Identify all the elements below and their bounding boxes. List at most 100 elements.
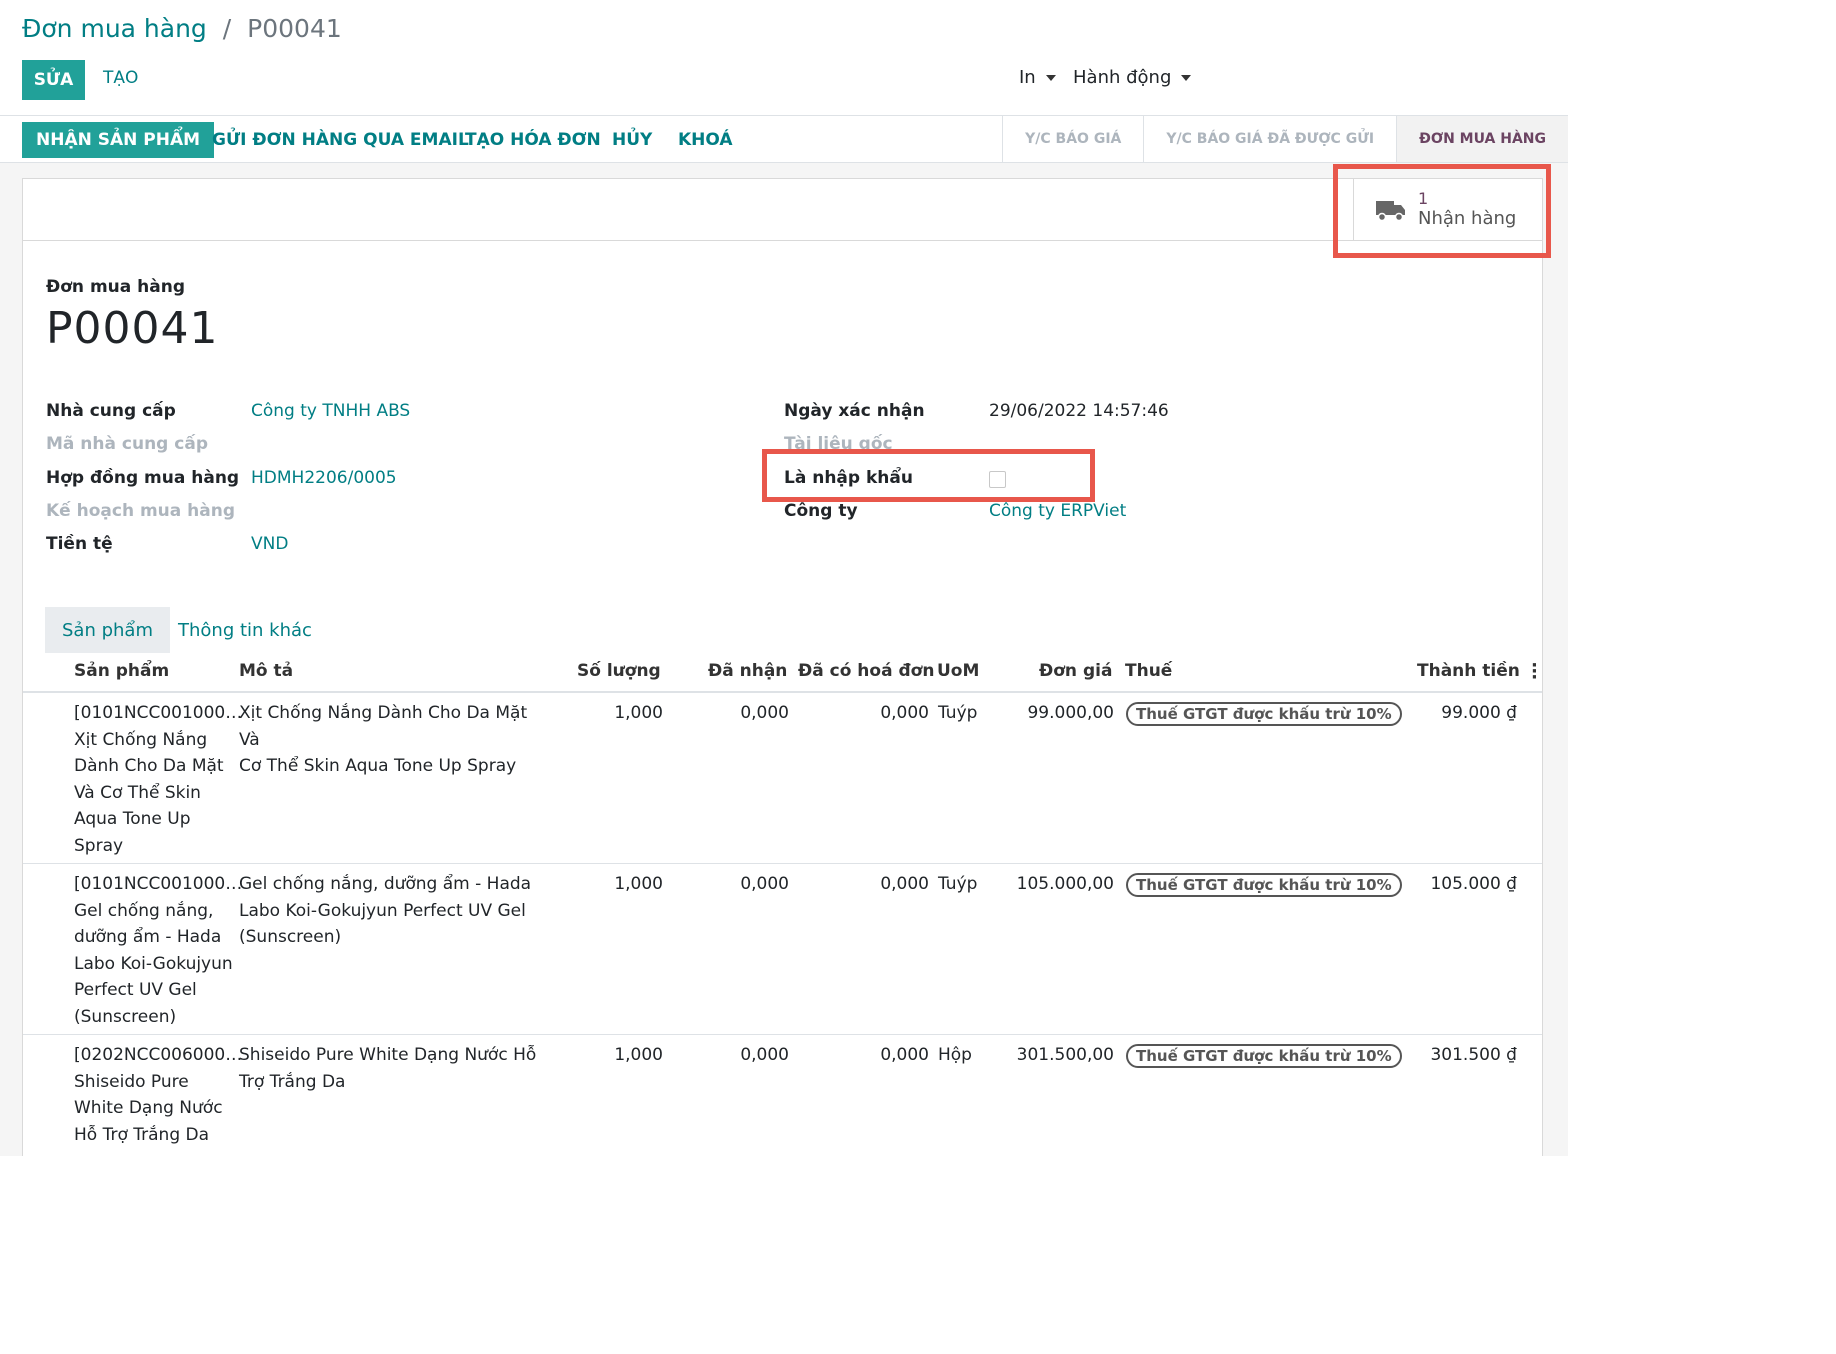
control-panel: Đơn mua hàng / P00041 SỬA TẠO In Hành độ…: [0, 0, 1568, 116]
tab-other-info[interactable]: Thông tin khác: [161, 607, 329, 653]
row-product: [0202NCC006000… Shiseido Pure White Dạng…: [74, 1042, 242, 1148]
stage-bar: Y/C BÁO GIÁ Y/C BÁO GIÁ ĐÃ ĐƯỢC GỬI ĐƠN …: [1002, 116, 1568, 162]
description-line: (Sunscreen): [239, 927, 342, 947]
row-received: 0,000: [740, 703, 789, 723]
table-row[interactable]: [0101NCC001000… Xịt Chống Nắng Dành Cho …: [23, 694, 1542, 864]
highlight-is-import: [762, 449, 1095, 502]
chevron-down-icon: [1181, 74, 1192, 81]
currency-label: Tiền tệ: [46, 534, 113, 554]
row-uom: Hộp: [938, 1045, 972, 1065]
print-dropdown-label: In: [1019, 67, 1036, 88]
company-label: Công ty: [784, 501, 858, 521]
breadcrumb: Đơn mua hàng / P00041: [22, 14, 342, 43]
col-received[interactable]: Đã nhận: [708, 661, 787, 681]
highlight-receipts: [1333, 164, 1551, 258]
stage-rfq-sent[interactable]: Y/C BÁO GIÁ ĐÃ ĐƯỢC GỬI: [1143, 116, 1396, 162]
row-invoiced: 0,000: [880, 874, 929, 894]
send-email-button[interactable]: GỬI ĐƠN HÀNG QUA EMAIL: [212, 122, 469, 158]
row-invoiced: 0,000: [880, 1045, 929, 1065]
purchase-contract-label: Hợp đồng mua hàng: [46, 468, 240, 488]
product-line: Shiseido Pure: [74, 1071, 189, 1092]
description-line: Xịt Chống Nắng Dành Cho Da Mặt Và: [239, 703, 528, 750]
product-line: (Sunscreen): [74, 1006, 177, 1027]
product-line: Hỗ Trợ Trắng Da: [74, 1124, 210, 1145]
currency-value[interactable]: VND: [251, 534, 288, 554]
print-dropdown[interactable]: In: [1019, 67, 1056, 88]
row-product: [0101NCC001000… Gel chống nắng, dưỡng ẩm…: [74, 871, 243, 1030]
col-invoiced[interactable]: Đã có hoá đơn: [798, 661, 934, 681]
company-value[interactable]: Công ty ERPViet: [989, 501, 1126, 521]
product-line: Aqua Tone Up: [74, 809, 191, 829]
row-unit-price: 105.000,00: [1016, 874, 1114, 894]
row-product: [0101NCC001000… Xịt Chống Nắng Dành Cho …: [74, 700, 243, 859]
product-line: Xịt Chống Nắng: [74, 729, 208, 750]
product-line: [0101NCC001000…: [74, 874, 243, 894]
product-line: Labo Koi-Gokujyun: [74, 953, 233, 974]
product-line: dưỡng ẩm - Hada: [74, 927, 222, 947]
product-line: [0101NCC001000…: [74, 703, 243, 723]
product-line: White Dạng Nước: [74, 1098, 223, 1118]
col-description[interactable]: Mô tả: [239, 661, 293, 681]
product-line: Spray: [74, 835, 124, 856]
description-line: Cơ Thể Skin Aqua Tone Up Spray: [239, 756, 517, 776]
col-unit-price[interactable]: Đơn giá: [1039, 661, 1112, 681]
receive-products-button[interactable]: NHẬN SẢN PHẨM: [22, 122, 215, 158]
vendor-code-label: Mã nhà cung cấp: [46, 434, 208, 454]
row-description: Shiseido Pure White Dạng Nước Hỗ Trợ Trắ…: [239, 1042, 549, 1095]
col-taxes[interactable]: Thuế: [1125, 661, 1172, 681]
vendor-label: Nhà cung cấp: [46, 401, 176, 421]
button-box: 1 Nhận hàng: [23, 179, 1542, 241]
row-description: Gel chống nắng, dưỡng ẩm - Hada Labo Koi…: [239, 871, 549, 951]
row-unit-price: 301.500,00: [1016, 1045, 1114, 1065]
description-line: Trợ Trắng Da: [239, 1071, 346, 1092]
tax-badge: Thuế GTGT được khấu trừ 10%: [1126, 702, 1402, 726]
purchase-contract-value[interactable]: HDMH2206/0005: [251, 468, 397, 488]
description-line: Shiseido Pure White Dạng Nước Hỗ: [239, 1045, 537, 1065]
tax-badge: Thuế GTGT được khấu trừ 10%: [1126, 873, 1402, 897]
product-line: Và Cơ Thể Skin: [74, 782, 201, 803]
lock-button[interactable]: KHOÁ: [678, 122, 733, 158]
row-invoiced: 0,000: [880, 703, 929, 723]
stage-purchase-order[interactable]: ĐƠN MUA HÀNG: [1396, 116, 1568, 162]
vendor-value[interactable]: Công ty TNHH ABS: [251, 401, 410, 421]
confirm-date-value: 29/06/2022 14:57:46: [989, 401, 1169, 421]
row-uom: Tuýp: [938, 703, 978, 723]
column-options-icon[interactable]: · · ·: [1531, 657, 1538, 687]
description-line: Gel chống nắng, dưỡng ẩm - Hada: [239, 874, 532, 894]
doc-type-label: Đơn mua hàng: [46, 277, 185, 297]
create-invoice-button[interactable]: TẠO HÓA ĐƠN: [465, 122, 601, 158]
row-quantity: 1,000: [614, 703, 663, 723]
row-subtotal: 105.000 ₫: [1430, 874, 1517, 894]
chevron-down-icon: [1045, 74, 1056, 81]
breadcrumb-parent-link[interactable]: Đơn mua hàng: [22, 14, 207, 43]
purchase-plan-label: Kế hoạch mua hàng: [46, 501, 236, 521]
col-product[interactable]: Sản phẩm: [74, 661, 169, 681]
table-row[interactable]: [0101NCC001000… Gel chống nắng, dưỡng ẩm…: [23, 865, 1542, 1035]
description-line: Labo Koi-Gokujyun Perfect UV Gel: [239, 900, 526, 921]
row-received: 0,000: [740, 1045, 789, 1065]
product-line: Dành Cho Da Mặt: [74, 756, 224, 776]
edit-button[interactable]: SỬA: [22, 60, 85, 100]
stage-rfq[interactable]: Y/C BÁO GIÁ: [1002, 116, 1143, 162]
col-subtotal[interactable]: Thành tiền: [1417, 661, 1520, 681]
row-subtotal: 301.500 ₫: [1430, 1045, 1517, 1065]
form-sheet: 1 Nhận hàng Đơn mua hàng P00041 Nhà cung…: [22, 178, 1543, 1157]
row-description: Xịt Chống Nắng Dành Cho Da Mặt Và Cơ Thể…: [239, 700, 549, 780]
tab-products[interactable]: Sản phẩm: [45, 607, 170, 653]
row-subtotal: 99.000 ₫: [1441, 703, 1517, 723]
cancel-button[interactable]: HỦY: [612, 122, 652, 158]
breadcrumb-separator: /: [222, 14, 232, 43]
breadcrumb-current: P00041: [247, 14, 342, 43]
row-uom: Tuýp: [938, 874, 978, 894]
col-quantity[interactable]: Số lượng: [577, 661, 661, 681]
confirm-date-label: Ngày xác nhận: [784, 401, 925, 421]
statusbar: NHẬN SẢN PHẨM GỬI ĐƠN HÀNG QUA EMAIL TẠO…: [0, 116, 1568, 163]
create-button[interactable]: TẠO: [103, 68, 138, 88]
row-quantity: 1,000: [614, 1045, 663, 1065]
product-line: Gel chống nắng,: [74, 900, 214, 921]
table-row[interactable]: [0202NCC006000… Shiseido Pure White Dạng…: [23, 1036, 1542, 1157]
row-quantity: 1,000: [614, 874, 663, 894]
action-dropdown[interactable]: Hành động: [1073, 67, 1192, 88]
col-uom[interactable]: UoM: [937, 661, 979, 681]
row-received: 0,000: [740, 874, 789, 894]
